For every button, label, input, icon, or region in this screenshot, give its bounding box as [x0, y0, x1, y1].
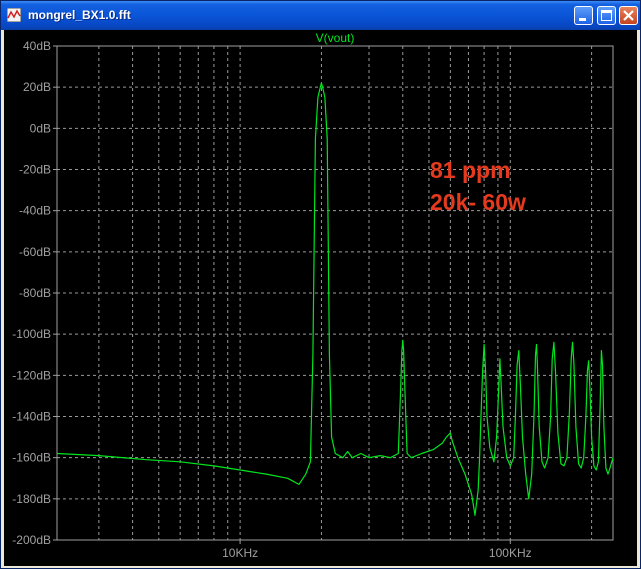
y-tick-label: -200dB — [12, 533, 51, 547]
y-tick-label: -160dB — [12, 451, 51, 465]
fft-plot[interactable]: 40dB 20dB 0dB -20dB -40dB -60dB -80dB -100dB -12… — [4, 30, 637, 566]
maximize-icon — [601, 10, 612, 21]
y-tick-label: -20dB — [19, 163, 51, 177]
app-window: mongrel_BX1.0.fft 40dB 20dB 0dB -20dB -40dB -… — [0, 0, 641, 569]
y-tick-label: -80dB — [19, 286, 51, 300]
maximize-button[interactable] — [597, 6, 616, 25]
minimize-icon — [579, 18, 586, 21]
y-tick-label: 0dB — [30, 121, 51, 135]
plot-pane[interactable]: 40dB 20dB 0dB -20dB -40dB -60dB -80dB -100dB -12… — [4, 30, 637, 566]
close-button[interactable] — [619, 6, 638, 25]
waveform-app-icon — [7, 8, 21, 22]
y-tick-label: 40dB — [23, 39, 51, 53]
annotation-power: 20k- 60w — [430, 189, 526, 215]
series-line-vout — [56, 82, 614, 516]
x-tick-label: 100KHz — [489, 546, 532, 560]
y-tick-label: -100dB — [12, 327, 51, 341]
annotation-ppm: 81 ppm — [430, 157, 511, 183]
y-tick-label: -140dB — [12, 410, 51, 424]
y-tick-label: -120dB — [12, 368, 51, 382]
close-icon — [623, 10, 634, 21]
minimize-button[interactable] — [574, 6, 593, 25]
x-tick-label: 10KHz — [222, 546, 258, 560]
chart-title: V(vout) — [316, 31, 355, 45]
window-title: mongrel_BX1.0.fft — [28, 8, 131, 22]
y-tick-label: -60dB — [19, 245, 51, 259]
title-bar[interactable]: mongrel_BX1.0.fft — [1, 1, 640, 30]
y-tick-label: 20dB — [23, 80, 51, 94]
y-tick-label: -40dB — [19, 204, 51, 218]
y-tick-label: -180dB — [12, 492, 51, 506]
